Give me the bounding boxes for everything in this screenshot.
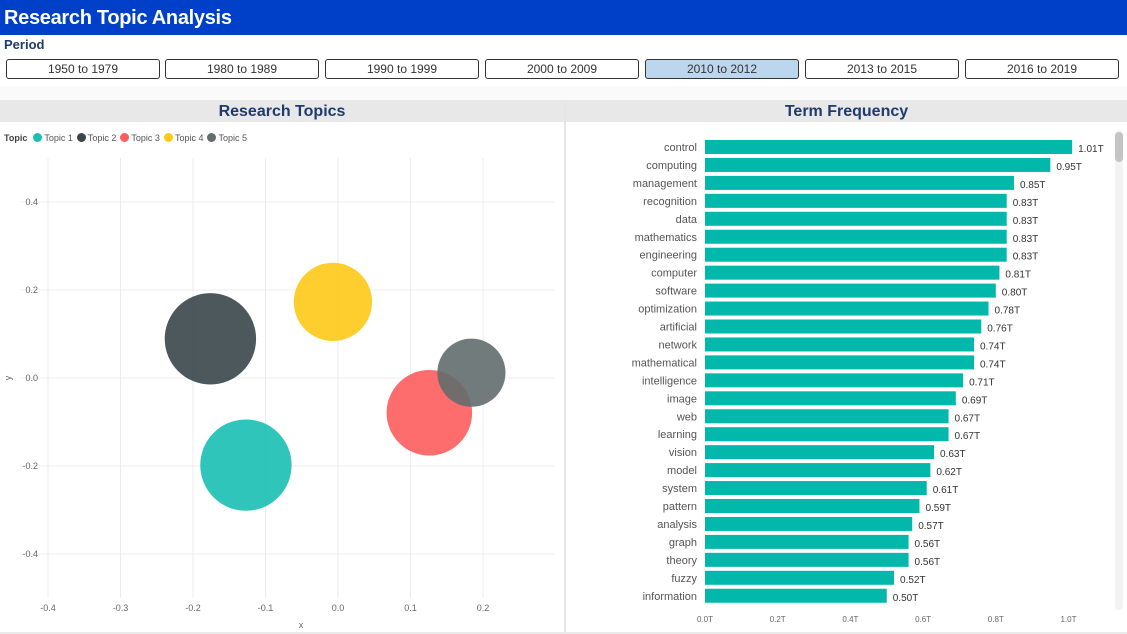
term-value-label: 0.63T	[940, 449, 966, 460]
term-bar	[705, 229, 1007, 244]
term-bar	[705, 427, 949, 442]
term-label: graph	[669, 537, 697, 549]
term-label: management	[633, 178, 697, 190]
term-value-label: 0.61T	[933, 485, 959, 496]
term-bar	[705, 211, 1007, 226]
term-label: data	[676, 214, 698, 226]
term-value-label: 0.74T	[980, 341, 1006, 352]
term-label: artificial	[660, 322, 697, 334]
term-value-label: 0.81T	[1005, 270, 1031, 281]
term-value-label: 0.50T	[893, 593, 919, 604]
term-label: model	[667, 465, 697, 477]
term-label: information	[643, 591, 697, 603]
term-bar	[705, 534, 909, 549]
term-label: theory	[666, 555, 697, 567]
term-value-label: 0.59T	[925, 503, 951, 514]
term-value-label: 0.95T	[1056, 162, 1082, 173]
term-label: pattern	[663, 501, 697, 513]
term-label: intelligence	[642, 375, 697, 387]
term-value-label: 0.67T	[955, 431, 981, 442]
term-label: network	[658, 339, 697, 351]
term-bar	[705, 283, 996, 298]
term-value-label: 0.83T	[1013, 216, 1039, 227]
term-label: control	[664, 142, 697, 154]
term-frequency-bar-chart: control 1.01T computing 0.95T management 0.85…	[632, 140, 1104, 624]
term-bar	[705, 481, 927, 496]
term-label: analysis	[657, 519, 697, 531]
term-value-label: 0.56T	[915, 557, 941, 568]
term-bar	[705, 373, 964, 388]
term-value-label: 0.52T	[900, 575, 926, 586]
term-bar	[705, 319, 982, 334]
term-label: web	[676, 411, 697, 423]
term-bar	[705, 247, 1007, 262]
term-bar	[705, 499, 920, 513]
term-value-label: 0.83T	[1013, 252, 1039, 263]
term-value-label: 0.85T	[1020, 180, 1046, 191]
term-label: software	[655, 286, 697, 298]
x-tick-label: 0.8T	[988, 615, 1004, 624]
term-bar	[705, 175, 1014, 190]
term-bar	[705, 445, 935, 460]
term-bar	[705, 391, 956, 406]
term-label: computing	[646, 160, 697, 172]
term-value-label: 1.01T	[1078, 144, 1104, 155]
term-value-label: 0.57T	[918, 521, 944, 532]
term-value-label: 0.56T	[915, 539, 941, 550]
term-bar	[705, 301, 989, 316]
term-value-label: 0.62T	[936, 467, 962, 478]
term-label: system	[662, 483, 697, 495]
term-value-label: 0.74T	[980, 359, 1006, 370]
term-label: recognition	[643, 196, 697, 208]
term-label: mathematics	[635, 232, 698, 244]
x-tick-label: 0.6T	[915, 615, 931, 624]
term-bar	[705, 337, 974, 352]
x-tick-label: 0.0T	[697, 615, 713, 624]
term-value-label: 0.67T	[955, 413, 981, 424]
term-value-label: 0.76T	[987, 324, 1013, 335]
term-label: fuzzy	[671, 573, 697, 585]
scrollbar-thumb[interactable]	[1115, 132, 1123, 162]
term-value-label: 0.71T	[969, 377, 995, 388]
term-value-label: 0.78T	[995, 306, 1021, 317]
term-bar	[705, 140, 1073, 154]
term-bar	[705, 355, 974, 370]
term-label: computer	[651, 268, 697, 280]
term-value-label: 0.69T	[962, 395, 988, 406]
term-bar	[705, 570, 895, 585]
x-tick-label: 1.0T	[1060, 615, 1076, 624]
term-bar	[705, 265, 1000, 280]
term-bar	[705, 516, 913, 531]
term-label: engineering	[640, 250, 698, 262]
scrollbar-track[interactable]	[1115, 130, 1123, 610]
term-value-label: 0.80T	[1002, 288, 1028, 299]
term-label: image	[667, 393, 697, 405]
x-tick-label: 0.4T	[842, 615, 858, 624]
term-label: learning	[658, 429, 697, 441]
term-bar	[705, 552, 909, 567]
term-bar	[705, 409, 949, 424]
term-label: mathematical	[632, 357, 697, 369]
term-bar	[705, 193, 1007, 208]
term-value-label: 0.83T	[1013, 198, 1039, 209]
term-bar	[705, 588, 887, 603]
term-value-label: 0.83T	[1013, 234, 1039, 245]
x-tick-label: 0.2T	[770, 615, 786, 624]
term-bar	[705, 463, 931, 478]
term-label: optimization	[638, 304, 697, 316]
term-label: vision	[669, 447, 697, 459]
term-bar	[705, 157, 1051, 172]
